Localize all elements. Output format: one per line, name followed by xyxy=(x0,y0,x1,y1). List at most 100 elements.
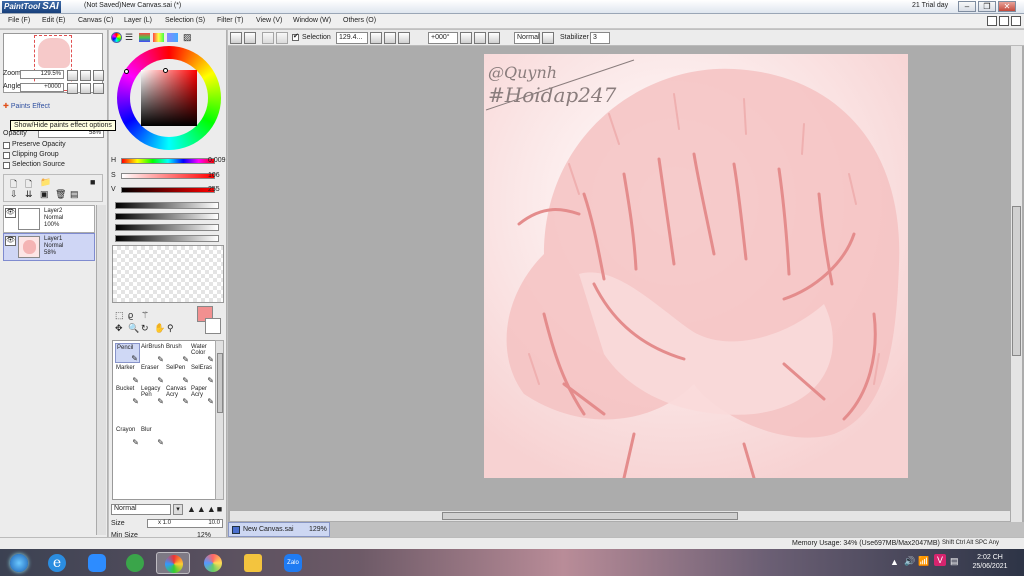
background-color[interactable] xyxy=(205,318,221,334)
brush-shape-icons[interactable]: ▲▲▲■ xyxy=(187,504,223,514)
move-icon[interactable]: ✥ xyxy=(115,323,123,334)
clear-layer-icon[interactable]: ▣ xyxy=(40,189,49,200)
rotate-cw-button[interactable] xyxy=(474,32,486,44)
selection-source-checkbox[interactable] xyxy=(3,162,10,169)
rotate-ccw-button[interactable] xyxy=(460,32,472,44)
scroll-thumb[interactable] xyxy=(442,512,738,520)
color-wheel-tab[interactable] xyxy=(111,32,122,43)
flip-button[interactable] xyxy=(542,32,554,44)
minimize-button[interactable]: – xyxy=(958,1,976,12)
eyedropper-icon[interactable]: ⚲ xyxy=(167,323,174,334)
hand-icon[interactable]: ✋ xyxy=(154,323,165,334)
zoom-in-button[interactable] xyxy=(384,32,396,44)
chevron-down-icon[interactable]: ▾ xyxy=(173,504,183,515)
rgb-tab[interactable] xyxy=(139,33,150,42)
hsv-tab[interactable] xyxy=(153,33,164,42)
paint-icon[interactable] xyxy=(196,552,230,574)
menu-edit[interactable]: Edit (E) xyxy=(42,17,65,24)
start-button[interactable] xyxy=(2,552,36,574)
drawing-canvas[interactable]: @Quynh #Hoidap247 xyxy=(484,54,908,478)
gradient-bar[interactable] xyxy=(115,224,219,231)
mdi-minimize-button[interactable] xyxy=(987,16,997,26)
angle-field[interactable]: +000° xyxy=(428,32,458,44)
layer-scrollbar[interactable] xyxy=(96,205,106,535)
coccoc-icon[interactable] xyxy=(118,552,152,574)
menu-others[interactable]: Others (O) xyxy=(343,17,376,24)
tool-seleras[interactable]: SelEras ✎ xyxy=(190,364,215,385)
tool-pencil[interactable]: Pencil ✎ xyxy=(115,343,140,363)
tool-scrollbar[interactable] xyxy=(215,340,224,500)
restore-button[interactable]: ❐ xyxy=(978,1,996,12)
tool-marker[interactable]: Marker ✎ xyxy=(115,364,140,385)
zalo-icon[interactable]: Zalo xyxy=(276,552,310,574)
system-clock[interactable]: 2:02 CH 25/06/2021 xyxy=(962,553,1018,571)
tool-blur[interactable]: Blur ✎ xyxy=(140,426,165,447)
magic-wand-icon[interactable]: ⚚ xyxy=(141,310,149,321)
tool-brush[interactable]: Brush ✎ xyxy=(165,343,190,364)
vertical-scrollbar[interactable] xyxy=(1010,46,1022,522)
sv-square[interactable] xyxy=(141,68,197,126)
saturation-slider[interactable] xyxy=(121,173,215,179)
paints-effect-header[interactable]: ✚ Paints Effect xyxy=(3,102,50,110)
gradient-bar[interactable] xyxy=(115,202,219,209)
swatch-tab[interactable] xyxy=(167,33,178,42)
gradient-bar[interactable] xyxy=(115,235,219,242)
keyboard-icon[interactable]: ▤ xyxy=(950,556,959,567)
menu-layer[interactable]: Layer (L) xyxy=(124,17,152,24)
zoom-out-button[interactable] xyxy=(67,70,78,81)
clipping-group-checkbox[interactable] xyxy=(3,152,10,159)
document-tab[interactable]: New Canvas.sai 129% xyxy=(228,522,330,537)
panel-toggle-icon[interactable]: ■ xyxy=(90,177,95,187)
lasso-icon[interactable]: ϱ xyxy=(128,310,133,320)
layer-item-selected[interactable]: 👁 Layer1 Normal 58% xyxy=(3,233,95,261)
tool-canvas-acry[interactable]: Canvas Acry ✎ xyxy=(165,385,190,406)
paint-tool-sai-taskbar[interactable] xyxy=(156,552,190,574)
layer-item[interactable]: 👁 Layer2 Normal 100% xyxy=(3,205,95,233)
trash-icon[interactable]: 🗑 xyxy=(55,189,66,200)
size-slider[interactable]: x 1.0 10.0 xyxy=(147,519,223,528)
vivaldi-icon[interactable]: V xyxy=(934,554,946,566)
canvas-area[interactable]: @Quynh #Hoidap247 xyxy=(228,46,1024,522)
color-wheel[interactable] xyxy=(117,46,221,150)
ie-icon[interactable]: e xyxy=(40,552,74,574)
tool-legacy-pen[interactable]: Legacy Pen ✎ xyxy=(140,385,165,406)
zoom-fit-button[interactable] xyxy=(398,32,410,44)
menu-canvas[interactable]: Canvas (C) xyxy=(78,17,113,24)
tool-crayon[interactable]: Crayon ✎ xyxy=(115,426,140,447)
slider-tab-icon[interactable]: ☰ xyxy=(125,33,133,42)
gradient-bar[interactable] xyxy=(115,213,219,220)
mdi-restore-button[interactable] xyxy=(999,16,1009,26)
select-rect-icon[interactable]: ⬚ xyxy=(115,310,124,321)
value-slider[interactable] xyxy=(121,187,215,193)
zoom-slider[interactable]: 129.5% xyxy=(20,70,64,79)
menu-filter[interactable]: Filter (T) xyxy=(217,17,243,24)
horizontal-scrollbar[interactable] xyxy=(230,510,1010,521)
tool-bucket[interactable]: Bucket ✎ xyxy=(115,385,140,406)
zoom-icon[interactable]: 🔍 xyxy=(128,323,139,334)
mode-select[interactable]: Normal xyxy=(514,32,540,44)
scratchpad-icon[interactable]: ▨ xyxy=(183,32,192,43)
rotate-icon[interactable]: ↻ xyxy=(141,323,149,334)
selection-checkbox[interactable]: ✔ xyxy=(292,33,299,41)
transfer-down-icon[interactable]: ⇩ xyxy=(10,189,18,200)
menu-selection[interactable]: Selection (S) xyxy=(165,17,205,24)
redo-button[interactable] xyxy=(244,32,256,44)
menu-file[interactable]: File (F) xyxy=(8,17,30,24)
preserve-opacity-checkbox[interactable] xyxy=(3,142,10,149)
merge-down-icon[interactable]: ⇊ xyxy=(25,189,33,200)
zoom-in-button[interactable] xyxy=(80,70,91,81)
rotate-right-button[interactable] xyxy=(80,83,91,94)
swatch-grid[interactable] xyxy=(112,245,224,303)
rotate-reset-button[interactable] xyxy=(488,32,500,44)
sv-cursor[interactable] xyxy=(163,68,168,73)
volume-icon[interactable]: 🔊 xyxy=(904,556,915,567)
rotate-left-button[interactable] xyxy=(67,83,78,94)
folder-icon[interactable]: 📁 xyxy=(40,177,51,188)
tray-expand-icon[interactable]: ▲ xyxy=(890,557,899,567)
stabilizer-select[interactable]: 3 xyxy=(590,32,610,44)
zoom-out-button[interactable] xyxy=(370,32,382,44)
menu-view[interactable]: View (V) xyxy=(256,17,282,24)
tool-water-color[interactable]: Water Color ✎ xyxy=(190,343,215,364)
undo-button[interactable] xyxy=(230,32,242,44)
layer-options-icon[interactable]: ▤ xyxy=(70,189,79,200)
